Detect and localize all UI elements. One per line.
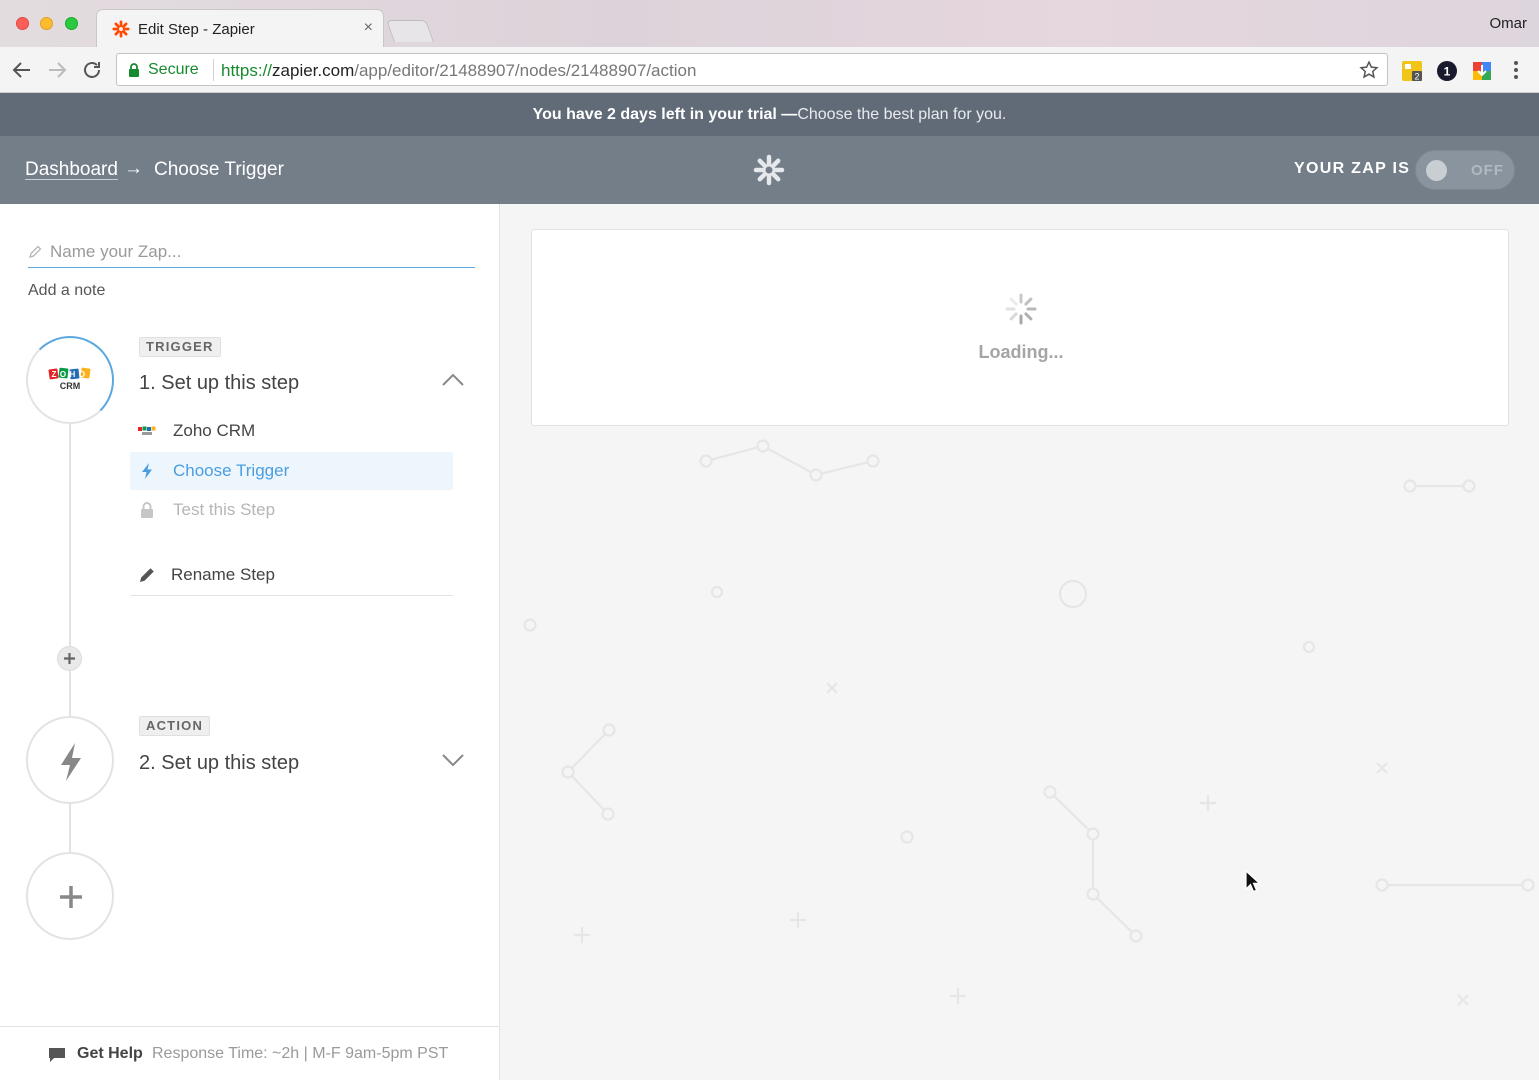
address-bar[interactable]: Secure https://zapier.com/app/editor/214… [116,53,1388,86]
trial-days-left: You have 2 days left in your trial — [532,106,798,123]
trigger-step-title[interactable]: 1. Set up this step [139,372,299,395]
chat-bubble-icon [49,1048,65,1062]
extension-badge-1: 2 [1414,72,1419,82]
sub-item-label: Zoho CRM [173,421,256,440]
extension-badge-2: 1 [1444,65,1451,79]
plus-icon [64,653,75,664]
chevron-down-icon[interactable] [440,752,466,768]
zoho-icon [138,426,156,435]
rename-step-item[interactable]: Rename Step [130,556,453,596]
sub-item-label: Rename Step [171,565,275,584]
sub-item-label: Choose Trigger [173,461,290,480]
test-step-item: Test this Step [130,491,453,529]
extension-grid-icon[interactable]: 2 [1401,60,1423,82]
mouse-cursor-icon [1245,870,1261,893]
reload-icon[interactable] [80,58,104,82]
trigger-step-circle[interactable]: ZOHO CRM [26,336,114,424]
url-path: /app/editor/21488907/nodes/21488907/acti… [354,61,697,80]
secure-label: Secure [148,61,199,78]
zap-editor-sidebar: Name your Zap... Add a note ZOHO CRM TRI… [0,204,500,1080]
insert-step-button[interactable] [57,646,82,671]
bolt-icon [142,463,152,479]
timeline-connector [69,422,71,508]
breadcrumb-current: Choose Trigger [154,159,284,180]
action-tag: ACTION [139,716,211,736]
chevron-up-icon[interactable] [440,372,466,388]
zap-name-placeholder[interactable]: Name your Zap... [50,242,181,262]
zoho-logo-bottom: CRM [60,381,81,391]
url-scheme: https:// [221,61,273,80]
url-text[interactable]: https://zapier.com/app/editor/21488907/n… [221,61,696,81]
extension-onepassword-icon[interactable]: 1 [1436,60,1458,82]
zap-on-off-toggle[interactable]: OFF [1415,150,1515,190]
add-step-button[interactable] [26,852,114,940]
zapier-favicon-icon [112,20,130,38]
trial-banner: You have 2 days left in your trial —Choo… [0,93,1539,136]
close-window-button[interactable] [16,17,29,30]
timeline-connector [69,508,71,718]
app-header: Dashboard → Choose Trigger YOUR ZAP IS O… [0,136,1539,204]
action-step-circle[interactable] [26,716,114,804]
breadcrumb-dashboard-link[interactable]: Dashboard [25,159,118,181]
loading-text: Loading... [978,342,1064,362]
extension-download-icon[interactable] [1471,60,1493,82]
main-content: Loading... [501,204,1539,1080]
breadcrumb-arrow: → [124,158,143,179]
tab-title: Edit Step - Zapier [138,21,255,38]
trigger-tag: TRIGGER [139,337,221,357]
get-help-link[interactable]: Get Help [77,1045,143,1063]
lock-icon [129,63,139,77]
new-tab-button[interactable] [385,20,435,42]
forward-arrow-icon[interactable] [45,58,69,82]
toggle-knob [1426,160,1447,181]
bookmark-star-icon[interactable] [1359,60,1379,80]
add-note-link[interactable]: Add a note [28,282,105,300]
loading-card: Loading... [531,229,1509,426]
browser-tab-bar: Edit Step - Zapier × Omar [0,0,1539,47]
tab-close-icon[interactable]: × [364,19,373,37]
url-host: zapier.com [272,61,355,80]
choose-plan-link[interactable]: Choose the best plan for you. [797,106,1006,123]
zap-status-label: YOUR ZAP IS [1294,160,1411,177]
response-time: Response Time: ~2h | M-F 9am-5pm PST [152,1045,449,1062]
spinner-icon [1005,293,1037,325]
zapier-logo-icon[interactable] [753,154,785,186]
pencil-icon [29,245,42,258]
trigger-app-zoho-crm[interactable]: Zoho CRM [130,412,453,450]
get-help-footer: Get Help Response Time: ~2h | M-F 9am-5p… [0,1026,499,1080]
browser-toolbar: Secure https://zapier.com/app/editor/214… [0,47,1539,93]
url-separator [213,59,214,81]
bolt-icon [61,743,81,781]
profile-name[interactable]: Omar [1490,15,1528,32]
timeline-connector [69,802,71,854]
toggle-state: OFF [1471,162,1504,179]
zap-name-field[interactable]: Name your Zap... [28,240,475,268]
browser-menu-icon[interactable] [1509,59,1523,81]
pencil-icon [140,568,154,582]
zoho-logo-top: ZOHO [51,370,88,379]
back-arrow-icon[interactable] [10,58,34,82]
lock-icon [141,502,153,518]
action-step-title[interactable]: 2. Set up this step [139,752,299,775]
choose-trigger-item[interactable]: Choose Trigger [130,452,453,490]
browser-tab-active[interactable]: Edit Step - Zapier × [96,9,384,47]
plus-icon [60,886,82,908]
sub-item-label: Test this Step [173,500,276,519]
minimize-window-button[interactable] [40,17,53,30]
maximize-window-button[interactable] [65,17,78,30]
zoho-crm-logo-icon: ZOHO CRM [48,367,91,391]
